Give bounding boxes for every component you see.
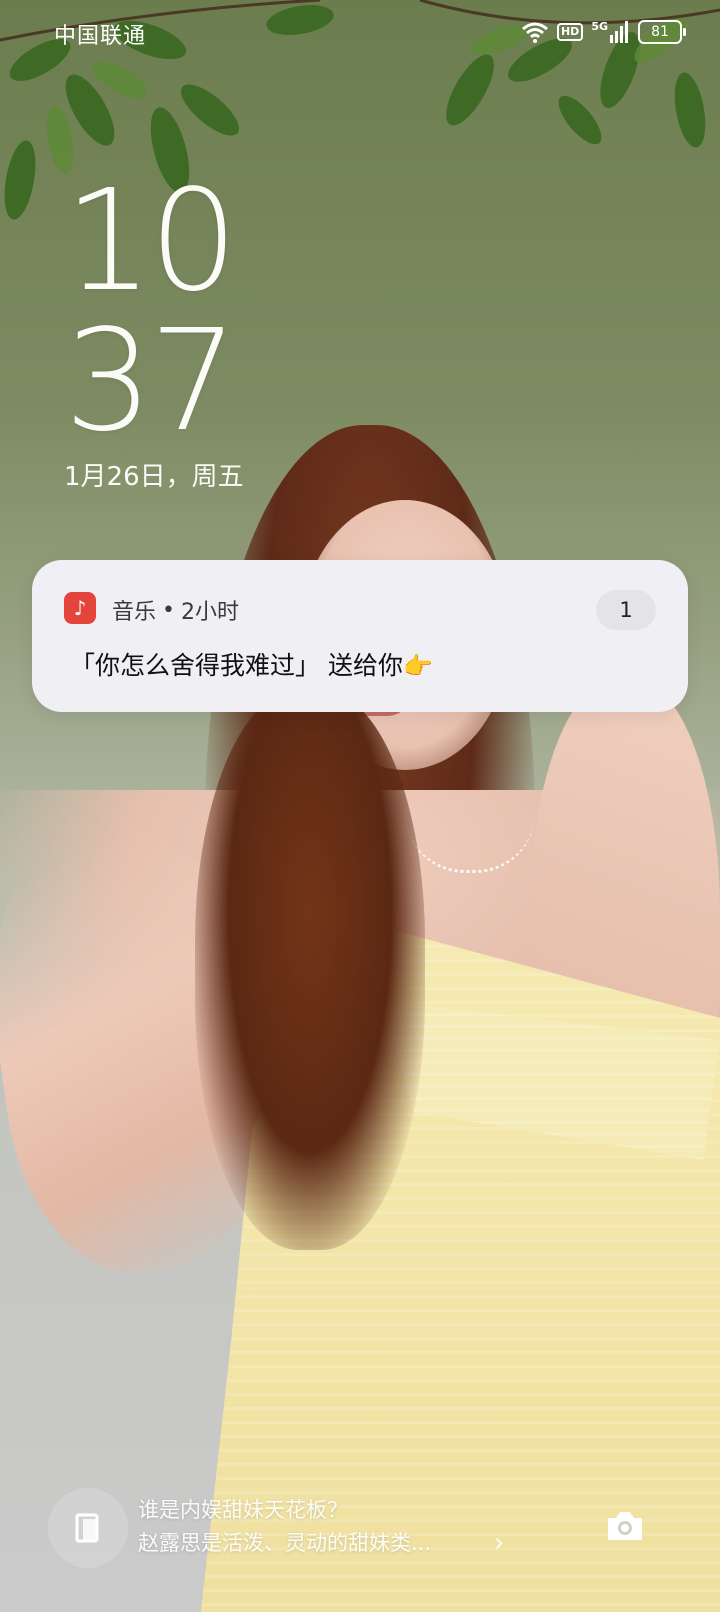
signal-5g-icon: 5G <box>591 21 630 43</box>
clock-minute: 37 <box>64 300 238 463</box>
signal-bars-icon <box>610 21 628 43</box>
chevron-right-icon[interactable]: › <box>494 1528 504 1558</box>
notification-header: 音乐 • 2小时 <box>112 594 239 626</box>
pointing-hand-emoji: 👉 <box>402 652 433 680</box>
story-headline-line2: 赵露思是活泼、灵动的甜妹类... <box>138 1531 432 1555</box>
wifi-icon <box>522 22 548 43</box>
notification-count-badge[interactable]: 1 <box>596 590 656 630</box>
music-note-icon: ♪ <box>64 592 96 624</box>
hd-icon: HD <box>556 23 584 41</box>
notification-text: 「你怎么舍得我难过」 送给你 <box>70 651 403 680</box>
battery-icon: 81 <box>638 20 686 44</box>
wallpaper-story[interactable]: 谁是内娱甜妹天花板？ 赵露思是活泼、灵动的甜妹类... <box>138 1494 538 1560</box>
notification-app-name: 音乐 <box>112 600 157 625</box>
music-notification[interactable]: ♪ 音乐 • 2小时 1 「你怎么舍得我难过」 送给你👉 <box>32 560 688 712</box>
hair-front <box>195 690 425 1250</box>
carrier-name: 中国联通 <box>54 24 147 49</box>
story-headline-line1: 谁是内娱甜妹天花板？ <box>138 1498 348 1522</box>
camera-icon[interactable] <box>602 1506 646 1546</box>
status-bar: 中国联通 HD 5G 81 <box>0 0 720 64</box>
status-icons: HD 5G 81 <box>521 18 686 46</box>
notification-separator: • <box>162 597 175 623</box>
clock-date[interactable]: 1月26日，周五 <box>64 456 244 493</box>
notification-time: 2小时 <box>181 600 239 625</box>
magazine-icon <box>75 1513 99 1543</box>
clock-hour: 10 <box>64 160 238 323</box>
battery-level: 81 <box>651 24 669 40</box>
magazine-button[interactable] <box>48 1488 128 1568</box>
notification-message: 「你怎么舍得我难过」 送给你👉 <box>70 646 433 682</box>
network-type-label: 5G <box>591 20 608 33</box>
